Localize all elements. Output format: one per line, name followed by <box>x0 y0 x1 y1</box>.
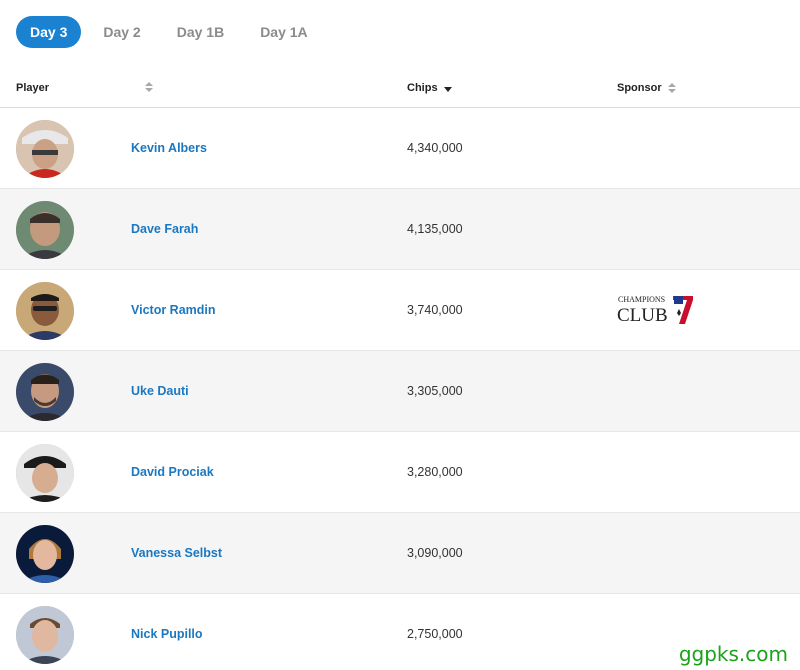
chip-count: 3,280,000 <box>407 465 463 479</box>
sort-player-button[interactable] <box>139 82 153 93</box>
player-avatar[interactable] <box>16 606 74 664</box>
svg-text:CLUB: CLUB <box>617 305 668 326</box>
tab-day-1b[interactable]: Day 1B <box>163 16 238 48</box>
day-tabs: Day 3 Day 2 Day 1B Day 1A <box>16 16 330 48</box>
player-name-link[interactable]: Kevin Albers <box>131 141 207 155</box>
player-avatar[interactable] <box>16 444 74 502</box>
player-name-link[interactable]: Uke Dauti <box>131 384 189 398</box>
tab-day-1a[interactable]: Day 1A <box>246 16 321 48</box>
column-header-sponsor-label: Sponsor <box>617 82 662 94</box>
table-row: Vanessa Selbst 3,090,000 <box>0 513 800 594</box>
player-name-link[interactable]: Dave Farah <box>131 222 198 236</box>
column-header-chips[interactable]: Chips <box>407 82 452 94</box>
player-name-link[interactable]: David Prociak <box>131 465 214 479</box>
sort-descending-icon <box>443 86 452 92</box>
table-row: Dave Farah 4,135,000 <box>0 189 800 270</box>
table-row: Victor Ramdin 3,740,000 CHAMPIONS CLUB <box>0 270 800 351</box>
player-avatar[interactable] <box>16 525 74 583</box>
chip-count: 4,340,000 <box>407 141 463 155</box>
chip-count: 3,090,000 <box>407 546 463 560</box>
chip-count: 3,740,000 <box>407 303 463 317</box>
player-avatar[interactable] <box>16 282 74 340</box>
watermark: ggpks.com <box>676 642 790 666</box>
chip-count: 4,135,000 <box>407 222 463 236</box>
tab-day-2[interactable]: Day 2 <box>89 16 154 48</box>
sponsor-logo: CHAMPIONS CLUB <box>617 294 697 331</box>
player-avatar[interactable] <box>16 363 74 421</box>
table-row: Uke Dauti 3,305,000 <box>0 351 800 432</box>
column-header-sponsor[interactable]: Sponsor <box>617 82 676 94</box>
column-header-player: Player <box>16 82 49 94</box>
column-header-player-label: Player <box>16 82 50 94</box>
champions-club-logo-icon: CHAMPIONS CLUB <box>617 295 693 326</box>
chip-count: 2,750,000 <box>407 627 463 641</box>
player-avatar[interactable] <box>16 120 74 178</box>
player-name-link[interactable]: Victor Ramdin <box>131 303 216 317</box>
table-row: David Prociak 3,280,000 <box>0 432 800 513</box>
sort-icon <box>667 82 676 94</box>
player-avatar[interactable] <box>16 201 74 259</box>
tab-day-3[interactable]: Day 3 <box>16 16 82 48</box>
chip-count: 3,305,000 <box>407 384 463 398</box>
table-row: Kevin Albers 4,340,000 <box>0 108 800 189</box>
svg-text:CHAMPIONS: CHAMPIONS <box>618 295 665 304</box>
sort-icon <box>145 82 153 93</box>
chip-counts-table: Player Chips Sponsor Kevin Albers 4,340,… <box>0 70 800 670</box>
table-header: Player Chips Sponsor <box>0 70 800 108</box>
player-name-link[interactable]: Vanessa Selbst <box>131 546 222 560</box>
player-name-link[interactable]: Nick Pupillo <box>131 627 203 641</box>
column-header-chips-label: Chips <box>407 82 438 94</box>
